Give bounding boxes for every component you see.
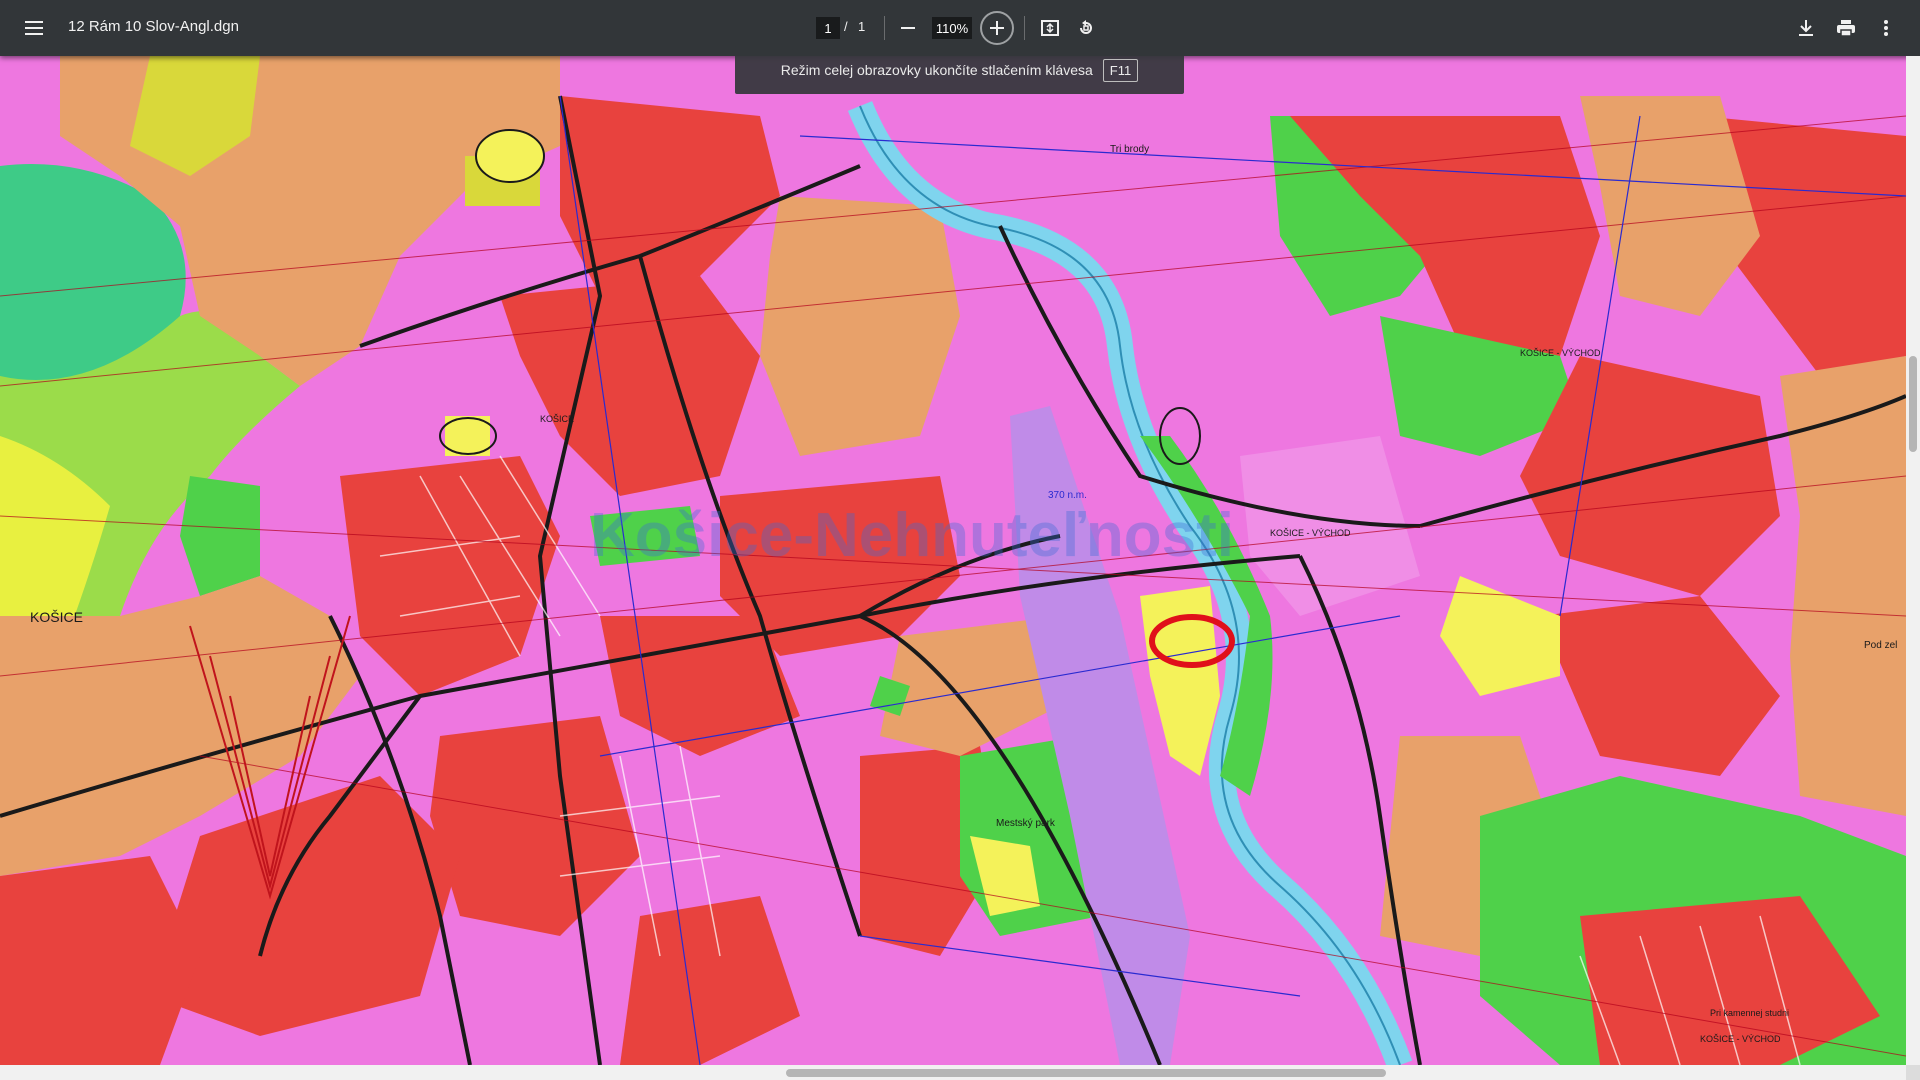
toast-message: Režim celej obrazovky ukončíte stlačením… bbox=[780, 62, 1093, 78]
residential-zone bbox=[1780, 356, 1906, 816]
page-separator: / bbox=[844, 19, 848, 34]
toast-key: F11 bbox=[1102, 58, 1139, 82]
document-title: 12 Rám 10 Slov-Angl.dgn bbox=[68, 18, 239, 35]
label-kosice-vychod: KOŠICE - VÝCHOD bbox=[1270, 528, 1351, 538]
more-icon[interactable] bbox=[1872, 14, 1900, 42]
vertical-scrollbar[interactable] bbox=[1906, 56, 1920, 1065]
label-kosice: KOŠICE bbox=[540, 414, 574, 424]
horizontal-scrollbar[interactable] bbox=[0, 1065, 1906, 1080]
label-kosice-vychod: KOŠICE - VÝCHOD bbox=[1700, 1034, 1781, 1044]
fullscreen-toast: Režim celej obrazovky ukončíte stlačením… bbox=[735, 46, 1184, 94]
label-contour: 370 n.m. bbox=[1048, 490, 1087, 501]
download-icon[interactable] bbox=[1792, 14, 1820, 42]
zoning-map[interactable]: Košice-Nehnuteľnosti Tri brody KOŠICE - … bbox=[0, 56, 1906, 1065]
label-mestsky-park: Mestský park bbox=[996, 818, 1056, 829]
page-number-input[interactable]: 1 bbox=[816, 17, 840, 39]
zoom-out-icon[interactable] bbox=[894, 14, 922, 42]
page-total: 1 bbox=[858, 19, 866, 34]
stadium bbox=[475, 129, 545, 183]
label-kamenna-studna: Pri kamennej studni bbox=[1710, 1008, 1789, 1018]
rotate-icon[interactable] bbox=[1072, 14, 1100, 42]
toolbar-divider bbox=[884, 16, 885, 40]
label-pod-zel: Pod zel bbox=[1864, 640, 1897, 651]
zoom-level-input[interactable]: 110% bbox=[932, 17, 972, 39]
label-kosice: KOŠICE bbox=[30, 609, 83, 625]
menu-icon[interactable] bbox=[18, 12, 50, 44]
zoom-in-icon[interactable] bbox=[980, 11, 1014, 45]
label-tri-brody: Tri brody bbox=[1110, 144, 1149, 155]
horizontal-scroll-thumb[interactable] bbox=[786, 1069, 1386, 1077]
vertical-scroll-thumb[interactable] bbox=[1909, 356, 1917, 452]
print-icon[interactable] bbox=[1832, 14, 1860, 42]
toolbar-divider bbox=[1024, 16, 1025, 40]
map-watermark: Košice-Nehnuteľnosti bbox=[590, 501, 1234, 570]
pdf-viewer[interactable]: Košice-Nehnuteľnosti Tri brody KOŠICE - … bbox=[0, 56, 1906, 1065]
label-kosice-vychod: KOŠICE - VÝCHOD bbox=[1520, 348, 1601, 358]
scrollbar-corner bbox=[1906, 1065, 1920, 1080]
fit-page-icon[interactable] bbox=[1036, 14, 1064, 42]
